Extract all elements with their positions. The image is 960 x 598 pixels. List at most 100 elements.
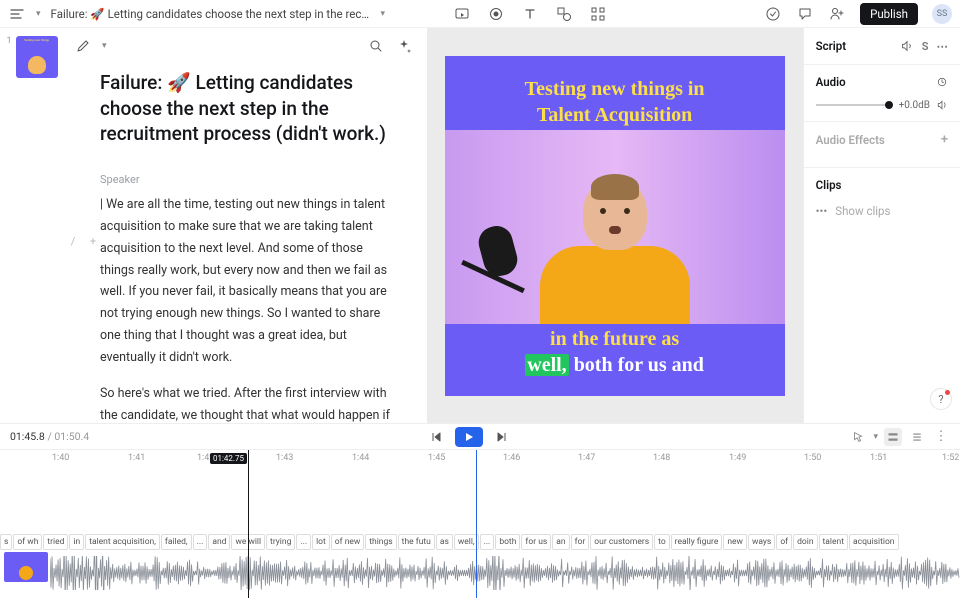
script-column: ▾ Failure: 🚀 Letting candidates choose t…	[60, 28, 427, 423]
preview-top-caption: Testing new things in Talent Acquisition	[445, 76, 785, 128]
clips-section-title: Clips	[816, 178, 842, 192]
playhead[interactable]	[248, 450, 249, 598]
word-chip[interactable]: our customers	[590, 534, 653, 550]
play-button[interactable]	[455, 427, 483, 447]
ruler-tick: 1:52	[942, 453, 959, 463]
word-chip[interactable]: in	[69, 534, 84, 550]
pen-chevron[interactable]: ▾	[102, 41, 107, 51]
word-chip[interactable]: as	[436, 534, 453, 550]
pen-icon[interactable]	[74, 37, 92, 55]
word-chip[interactable]: lot	[312, 534, 330, 550]
scene-thumbnails: 1 Testing new things	[0, 28, 60, 423]
ruler-tick: 1:49	[729, 453, 746, 463]
word-chip[interactable]: the futu	[398, 534, 435, 550]
timeline-more-icon[interactable]: ⋮	[932, 428, 950, 446]
next-button[interactable]	[493, 428, 511, 446]
effects-section-title[interactable]: Audio Effects	[816, 133, 885, 147]
ruler-tick: 1:40	[52, 453, 69, 463]
screen-icon[interactable]	[453, 5, 471, 23]
strikethrough-icon[interactable]: S	[922, 40, 929, 53]
show-clips-toggle[interactable]: Show clips	[835, 204, 890, 218]
thumb-number: 1	[6, 36, 11, 46]
transcript-paragraph-2[interactable]: So here's what we tried. After the first…	[100, 383, 397, 423]
menu-icon[interactable]	[8, 5, 26, 23]
prev-button[interactable]	[427, 428, 445, 446]
word-chip[interactable]: and	[208, 534, 230, 550]
word-chip[interactable]: of wh	[13, 534, 42, 550]
word-chip[interactable]: ...	[480, 534, 495, 550]
word-chip[interactable]: talent acquisition,	[85, 534, 160, 550]
word-chip[interactable]: ...	[193, 534, 208, 550]
word-chip[interactable]: of new	[331, 534, 365, 550]
text-icon[interactable]	[521, 5, 539, 23]
speaker-label[interactable]: Speaker	[100, 173, 397, 186]
playhead-label: 01:42.75	[210, 453, 247, 464]
volume-db: +0.0dB	[899, 100, 930, 111]
word-chip[interactable]: for	[571, 534, 590, 550]
transcript-paragraph-1[interactable]: | We are all the time, testing out new t…	[100, 194, 397, 369]
view-mode-2-icon[interactable]	[908, 428, 926, 446]
search-icon[interactable]	[367, 37, 385, 55]
volume-icon[interactable]	[936, 99, 948, 111]
transport-bar: 01:45.8 / 01:50.4 ▾ ⋮	[0, 423, 960, 449]
audio-section-title: Audio	[816, 75, 846, 89]
title-chevron[interactable]: ▾	[381, 9, 386, 19]
timeline-ruler[interactable]: 1:401:411:421:431:441:451:461:471:481:49…	[0, 450, 960, 468]
word-chip[interactable]: of	[776, 534, 792, 550]
apps-icon[interactable]	[589, 5, 607, 23]
video-preview[interactable]: Testing new things in Talent Acquisition…	[445, 56, 785, 396]
word-chip[interactable]: to	[654, 534, 670, 550]
word-chip[interactable]: ...	[296, 534, 311, 550]
word-chip[interactable]: things	[365, 534, 396, 550]
word-chip[interactable]: new	[723, 534, 747, 550]
word-chip[interactable]: failed,	[161, 534, 192, 550]
play-position	[476, 450, 477, 598]
document-title[interactable]: Failure: 🚀 Letting candidates choose the…	[100, 70, 397, 147]
project-title[interactable]: Failure: 🚀 Letting candidates choose the…	[51, 7, 371, 21]
word-chip[interactable]: ways	[748, 534, 775, 550]
ruler-tick: 1:41	[128, 453, 145, 463]
avatar[interactable]: SS	[932, 4, 952, 24]
more-icon[interactable]: ⋯	[937, 39, 949, 53]
gutter-plus-icon[interactable]: +	[86, 234, 100, 248]
word-chip[interactable]: an	[552, 534, 569, 550]
ruler-tick: 1:46	[503, 453, 520, 463]
gutter-slash-icon[interactable]: /	[66, 234, 80, 248]
word-chip[interactable]: trying	[266, 534, 295, 550]
help-button[interactable]: ?	[930, 388, 952, 410]
time-display: 01:45.8 / 01:50.4	[10, 430, 89, 443]
word-chip[interactable]: acquisition	[849, 534, 899, 550]
comment-icon[interactable]	[796, 5, 814, 23]
word-chip[interactable]: doin	[793, 534, 817, 550]
video-clip-thumb[interactable]	[4, 552, 48, 582]
record-icon[interactable]	[487, 5, 505, 23]
word-chip[interactable]: for us	[521, 534, 551, 550]
word-chip[interactable]: s	[0, 534, 12, 550]
shapes-icon[interactable]	[555, 5, 573, 23]
timeline[interactable]: 1:401:411:421:431:441:451:461:471:481:49…	[0, 449, 960, 598]
history-icon[interactable]	[936, 76, 948, 88]
clips-more-icon[interactable]: •••	[816, 204, 828, 218]
menu-chevron[interactable]: ▾	[36, 9, 41, 19]
word-chip[interactable]: really figure	[671, 534, 723, 550]
word-track[interactable]: sof whtriedintalent acquisition,failed,.…	[0, 534, 960, 550]
ruler-tick: 1:44	[352, 453, 369, 463]
scene-thumb-1[interactable]: Testing new things	[16, 36, 58, 78]
word-chip[interactable]: tried	[43, 534, 68, 550]
publish-button[interactable]: Publish	[860, 3, 918, 25]
volume-slider[interactable]	[816, 104, 893, 106]
sparkle-icon[interactable]	[395, 37, 413, 55]
add-effect-icon[interactable]: +	[941, 132, 948, 147]
check-icon[interactable]	[764, 5, 782, 23]
cursor-mode-icon[interactable]	[849, 428, 867, 446]
speaker-icon[interactable]	[900, 39, 914, 53]
ruler-tick: 1:45	[428, 453, 445, 463]
word-chip[interactable]: well,	[454, 534, 479, 550]
waveform[interactable]	[50, 556, 960, 590]
add-user-icon[interactable]	[828, 5, 846, 23]
ruler-tick: 1:48	[653, 453, 670, 463]
word-chip[interactable]: talent	[819, 534, 848, 550]
word-chip[interactable]: both	[495, 534, 520, 550]
cursor-chevron[interactable]: ▾	[873, 432, 878, 442]
view-mode-1-icon[interactable]	[884, 428, 902, 446]
